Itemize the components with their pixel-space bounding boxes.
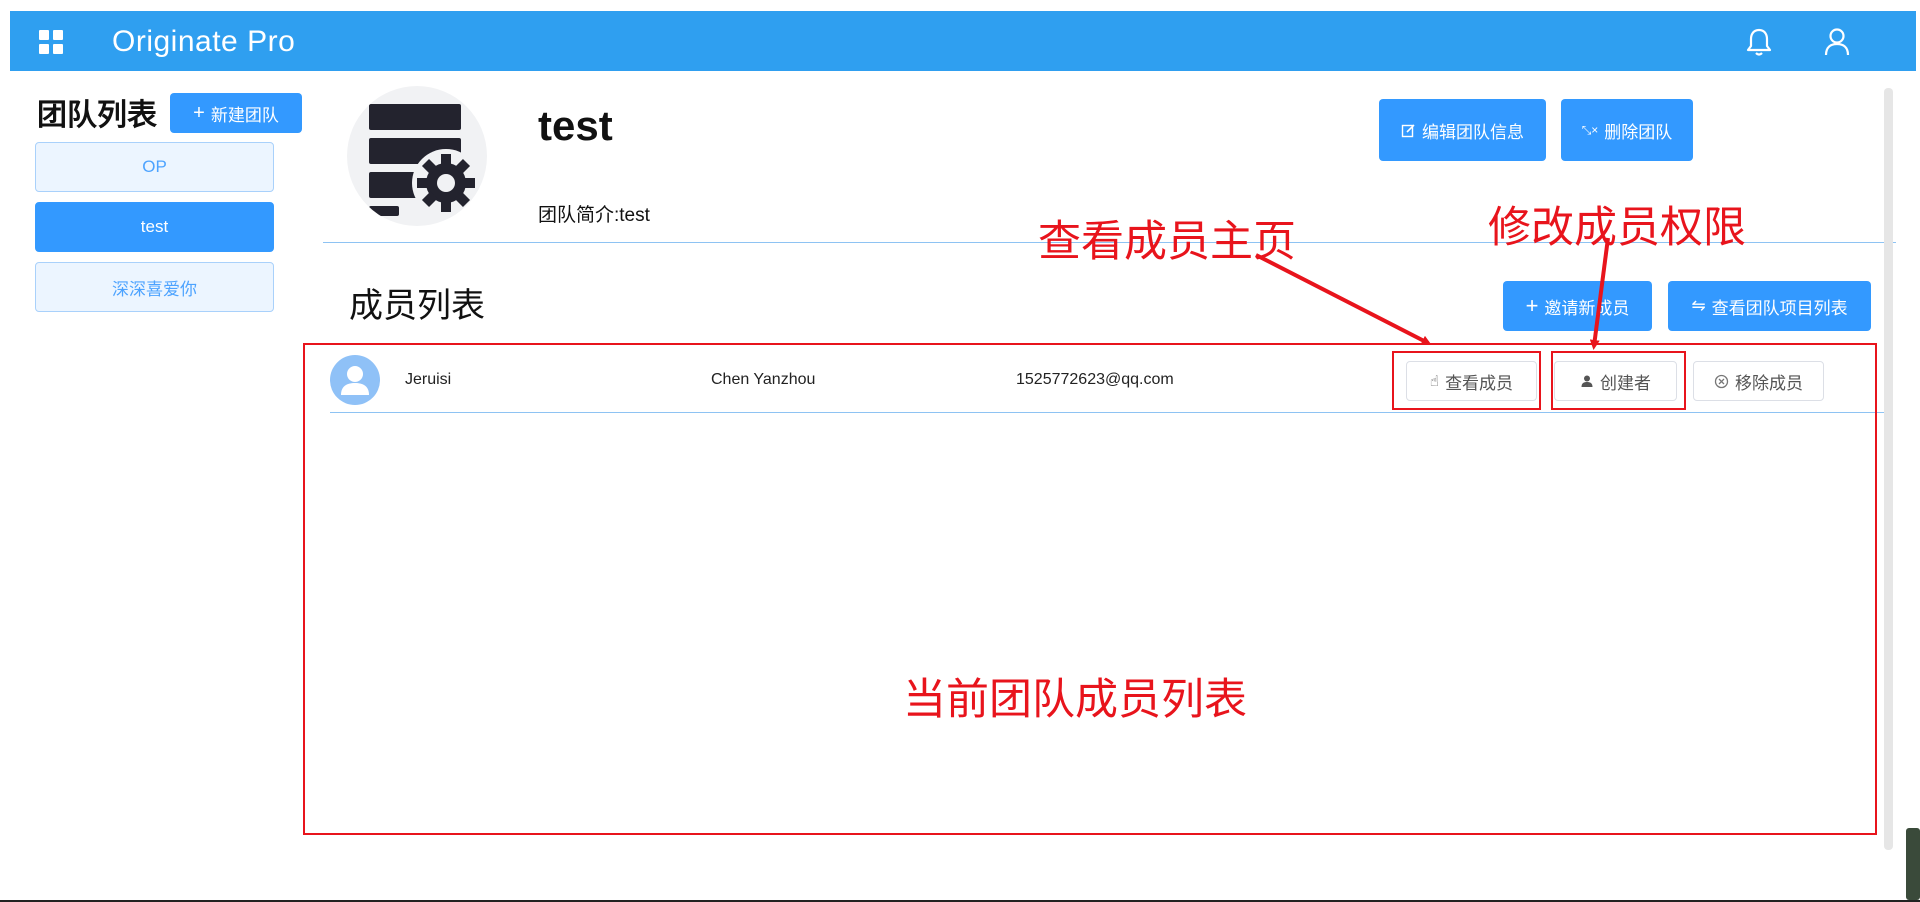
vertical-scrollbar[interactable]: [1884, 88, 1893, 850]
view-member-annotation-box: [1392, 351, 1541, 410]
annotation-current-member-list: 当前团队成员列表: [903, 676, 1247, 724]
team-list-title: 团队列表: [37, 99, 157, 132]
swap-icon: ⇋: [1691, 296, 1706, 315]
annotation-view-member-homepage: 查看成员主页: [1038, 218, 1296, 266]
edit-team-label: 编辑团队信息: [1422, 122, 1524, 142]
edit-team-button[interactable]: 编辑团队信息: [1379, 99, 1546, 161]
edit-icon: [1401, 123, 1415, 137]
team-name: test: [538, 102, 613, 149]
role-annotation-box: [1551, 351, 1686, 410]
new-team-button[interactable]: + 新建团队: [170, 93, 302, 133]
invite-member-button[interactable]: + 邀请新成员: [1503, 281, 1652, 331]
invite-member-label: 邀请新成员: [1544, 298, 1630, 318]
new-team-label: 新建团队: [210, 105, 279, 125]
bell-icon[interactable]: [1742, 25, 1776, 59]
annotation-modify-member-permission: 修改成员权限: [1488, 204, 1746, 252]
team-description: 团队简介:test: [538, 205, 650, 226]
apps-grid-icon[interactable]: [39, 30, 63, 54]
team-projects-button[interactable]: ⇋ 查看团队项目列表: [1668, 281, 1871, 331]
delete-icon: ⤡×: [1581, 122, 1599, 137]
team-avatar: [347, 86, 487, 226]
delete-team-button[interactable]: ⤡× 删除团队: [1561, 99, 1693, 161]
team-item-op[interactable]: OP: [35, 142, 274, 192]
top-navigation-bar: Originate Pro: [10, 11, 1916, 71]
team-projects-label: 查看团队项目列表: [1711, 298, 1848, 318]
member-list-annotation-box: [303, 343, 1877, 835]
system-tray-widget: [1906, 828, 1920, 900]
app-title: Originate Pro: [112, 25, 296, 58]
plus-icon: +: [193, 102, 205, 124]
plus-icon: +: [1525, 293, 1539, 318]
member-list-title: 成员列表: [349, 287, 485, 325]
team-item-test[interactable]: test: [35, 202, 274, 252]
team-item-3[interactable]: 深深喜爱你: [35, 262, 274, 312]
user-icon[interactable]: [1820, 25, 1854, 59]
delete-team-label: 删除团队: [1604, 122, 1673, 142]
team-settings-icon: [369, 104, 480, 217]
